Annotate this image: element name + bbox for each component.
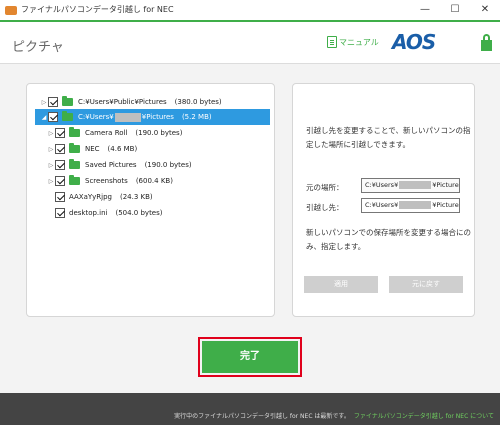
folder-icon	[62, 96, 73, 106]
page-title: ピクチャ	[12, 40, 64, 55]
tree-item[interactable]: AAXaYyRjpg (24.3 KB)	[27, 189, 272, 205]
manual-icon	[327, 36, 337, 48]
revert-button[interactable]: 元に戻す	[389, 276, 463, 293]
tree-item[interactable]: desktop.ini (504.0 bytes)	[27, 205, 272, 221]
expand-icon[interactable]: ▷	[47, 162, 55, 169]
tree-item[interactable]: ▷ Camera Roll (190.0 bytes)	[27, 125, 272, 141]
dest-path-field[interactable]: C:¥Users¥ ¥Pictures	[361, 198, 460, 213]
tree-item[interactable]: ▷ Screenshots (600.4 KB)	[27, 173, 272, 189]
maximize-button[interactable]: ☐	[440, 0, 470, 20]
window-title: ファイナルパソコンデータ引越し for NEC	[21, 5, 174, 14]
folder-tree: ▷ C:¥Users¥Public¥Pictures (380.0 bytes)…	[26, 83, 275, 317]
source-path-field: C:¥Users¥ ¥Pictures	[361, 178, 460, 193]
checkbox[interactable]	[48, 112, 58, 122]
checkbox[interactable]	[48, 97, 58, 107]
tree-item[interactable]: ▷ NEC (4.6 MB)	[27, 141, 272, 157]
destination-note: 新しいパソコンでの保存場所を変更する場合にのみ、指定します。	[306, 228, 471, 251]
checkbox[interactable]	[55, 176, 65, 186]
folder-icon	[69, 127, 80, 137]
aos-logo: AOS	[392, 30, 436, 54]
footer-status: 実行中のファイナルパソコンデータ引越し for NEC は最新です。 ファイナルパ…	[174, 413, 494, 420]
redacted-username	[399, 181, 432, 189]
lock-icon[interactable]	[481, 34, 492, 52]
footer: 実行中のファイナルパソコンデータ引越し for NEC は最新です。 ファイナルパ…	[0, 393, 500, 425]
destination-panel: 引越し先を変更することで、新しいパソコンの指定した場所に引越しできます。 元の場…	[292, 83, 475, 317]
redacted-username	[114, 112, 141, 122]
tree-item-selected[interactable]: ◢ C:¥Users¥ ¥Pictures (5.2 MB)	[35, 109, 270, 125]
checkbox[interactable]	[55, 208, 65, 218]
expand-icon[interactable]: ▷	[47, 146, 55, 153]
close-button[interactable]: ✕	[470, 0, 500, 20]
title-bar: ファイナルパソコンデータ引越し for NEC — ☐ ✕	[0, 0, 500, 22]
manual-link[interactable]: マニュアル	[327, 36, 379, 48]
done-highlight: 完了	[198, 337, 302, 377]
dest-label: 引越し先：	[306, 203, 344, 212]
folder-icon	[69, 159, 80, 169]
header: ピクチャ マニュアル AOS	[0, 22, 500, 64]
source-label: 元の場所：	[306, 183, 344, 192]
expand-icon[interactable]: ▷	[47, 130, 55, 137]
expand-icon[interactable]: ▷	[47, 178, 55, 185]
minimize-button[interactable]: —	[410, 0, 440, 20]
checkbox[interactable]	[55, 160, 65, 170]
checkbox[interactable]	[55, 192, 65, 202]
done-button[interactable]: 完了	[202, 341, 298, 373]
redacted-username	[399, 201, 432, 209]
folder-icon	[69, 143, 80, 153]
about-link[interactable]: ファイナルパソコンデータ引越し for NEC について	[354, 413, 494, 420]
folder-icon	[62, 111, 73, 121]
expand-icon[interactable]: ▷	[40, 99, 48, 106]
apply-button[interactable]: 適用	[304, 276, 378, 293]
tree-item[interactable]: ▷ C:¥Users¥Public¥Pictures (380.0 bytes)	[27, 94, 272, 110]
folder-icon	[69, 175, 80, 185]
checkbox[interactable]	[55, 144, 65, 154]
collapse-icon[interactable]: ◢	[40, 114, 48, 121]
destination-description: 引越し先を変更することで、新しいパソコンの指定した場所に引越しできます。	[306, 126, 471, 149]
app-icon	[5, 6, 17, 15]
manual-label: マニュアル	[339, 37, 379, 47]
tree-item[interactable]: ▷ Saved Pictures (190.0 bytes)	[27, 157, 272, 173]
checkbox[interactable]	[55, 128, 65, 138]
